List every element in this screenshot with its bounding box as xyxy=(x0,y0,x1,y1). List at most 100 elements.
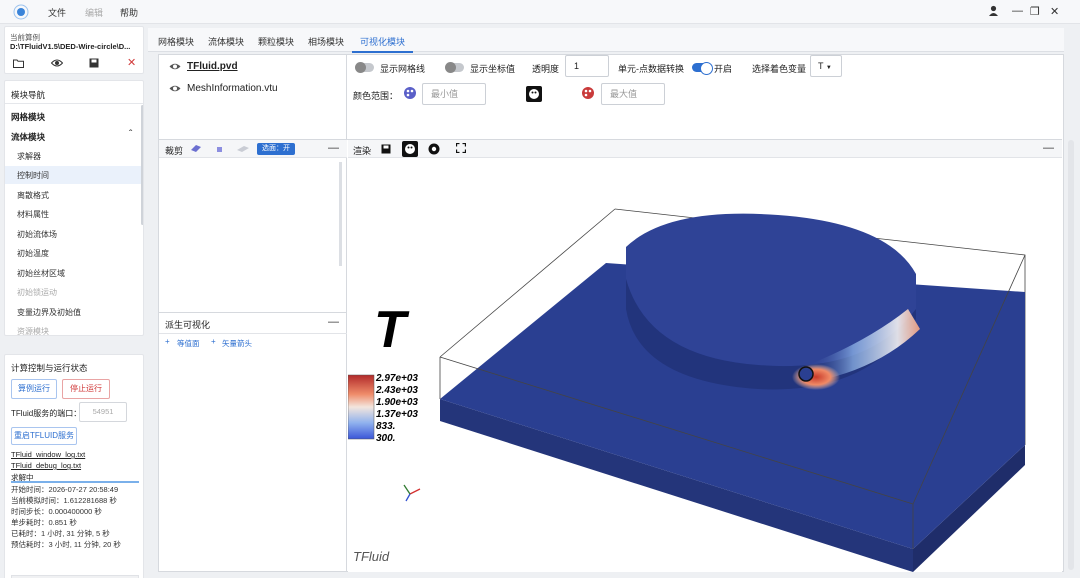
opacity-label: 透明度 xyxy=(532,64,560,74)
left-column: 当前算例 D:\TFluidV1.5\DED-Wire-circle\D... … xyxy=(4,26,144,578)
open-folder-icon[interactable] xyxy=(13,58,24,70)
grid-toggle-label: 显示网格线 xyxy=(380,64,426,74)
tab-visualization[interactable]: 可视化模块 xyxy=(351,35,414,53)
render-collapse-icon[interactable]: — xyxy=(1043,142,1054,154)
tab-particle[interactable]: 颗粒模块 xyxy=(258,35,294,48)
nav-item-control-time[interactable]: 控制时间 xyxy=(17,170,49,181)
cell-point-toggle[interactable] xyxy=(692,62,713,75)
port-label: TFluid服务的端口： xyxy=(11,409,82,418)
clip-title: 裁剪 xyxy=(165,146,184,156)
grid-toggle[interactable] xyxy=(355,62,374,73)
camera-aperture-icon[interactable] xyxy=(428,143,440,157)
minimize-icon[interactable]: — xyxy=(1012,5,1023,17)
palette-min-icon[interactable] xyxy=(403,86,417,102)
tab-phase[interactable]: 相场模块 xyxy=(308,35,344,48)
close-window-icon[interactable]: ✕ xyxy=(1050,5,1059,18)
coords-toggle[interactable] xyxy=(445,62,464,73)
window-log-link[interactable]: TFluid_window_log.txt xyxy=(11,450,85,459)
user-icon[interactable] xyxy=(988,5,999,19)
colorbar-variable-label: T xyxy=(374,301,410,359)
nav-item-initial-flow[interactable]: 初始流体场 xyxy=(17,229,57,240)
save-icon[interactable] xyxy=(89,58,99,70)
menu-edit[interactable]: 编辑 xyxy=(85,6,103,19)
restore-icon[interactable]: ❐ xyxy=(1030,5,1040,18)
file-list-panel: TFluid.pvd MeshInformation.vtu xyxy=(159,55,347,139)
nav-item-solver[interactable]: 求解器 xyxy=(17,151,41,162)
clip-collapse-icon[interactable]: — xyxy=(328,142,339,154)
run-panel: 计算控制与运行状态 算例运行 停止运行 TFluid服务的端口： 54951 重… xyxy=(4,354,144,578)
simulation-render: T 2.97e+03 2.43e+03 1.90e+03 1.37e+03 83… xyxy=(348,208,1026,572)
view-eye-icon[interactable] xyxy=(50,58,64,70)
viz-settings: 显示网格线 显示坐标值 透明度 1 单元-点数据转换 开启 选择着色变量 T ▼… xyxy=(348,55,1062,139)
nav-item-resource[interactable]: 资源模块 xyxy=(17,326,49,335)
stat-estimate: 预估耗时：3 小时, 11 分钟, 20 秒 xyxy=(11,540,121,549)
nozzle-marker-icon xyxy=(798,366,814,382)
clip-plane-icon[interactable] xyxy=(191,144,201,154)
tab-grid[interactable]: 网格模块 xyxy=(158,35,194,48)
colorbar-tick: 1.37e+03 xyxy=(376,409,418,420)
title-bar: 文件 编辑 帮助 — ❐ ✕ xyxy=(0,0,1080,24)
clip-panel: 裁剪 选面：开 — xyxy=(159,140,347,312)
page-scrollbar[interactable] xyxy=(1068,140,1074,570)
add-icon[interactable]: + xyxy=(211,337,216,346)
derived-title: 派生可视化 xyxy=(165,320,211,330)
debug-log-link[interactable]: TFluid_debug_log.txt xyxy=(11,461,81,470)
nav-item-initial-motion[interactable]: 初始锁运动 xyxy=(17,287,57,298)
nav-item-material[interactable]: 材料属性 xyxy=(17,209,49,220)
opacity-input[interactable]: 1 xyxy=(565,55,609,77)
palette-max-icon[interactable] xyxy=(581,86,595,102)
render-title: 渲染 xyxy=(353,146,372,156)
colormap-icon[interactable] xyxy=(402,141,418,159)
fullscreen-icon[interactable] xyxy=(455,142,467,155)
eye-icon[interactable] xyxy=(169,62,181,73)
contour-link[interactable]: 等值面 xyxy=(177,338,200,349)
menu-help[interactable]: 帮助 xyxy=(120,6,138,19)
save-image-icon[interactable] xyxy=(381,144,391,156)
nav-item-initial-wire[interactable]: 初始丝材区域 xyxy=(17,268,65,279)
file-tfluid-pvd[interactable]: TFluid.pvd xyxy=(187,61,238,72)
port-input[interactable]: 54951 xyxy=(79,402,127,422)
colorbar-tick: 1.90e+03 xyxy=(376,397,418,408)
vector-link[interactable]: 矢量箭头 xyxy=(222,338,252,349)
restart-service-button[interactable]: 重启TFLUID服务 xyxy=(11,427,77,445)
run-case-button[interactable]: 算例运行 xyxy=(11,379,57,399)
derived-panel: 派生可视化 — + 等值面 + 矢量箭头 xyxy=(159,312,347,572)
nav-item-boundary[interactable]: 变量边界及初始值 xyxy=(17,307,81,318)
min-value-input[interactable]: 最小值 xyxy=(422,83,486,105)
clip-box-icon[interactable] xyxy=(216,145,224,155)
clip-scrollbar[interactable] xyxy=(339,162,342,266)
color-bar xyxy=(348,374,375,440)
module-nav-panel: 模块导航 网格模块 流体模块 ˆ 求解器 控制时间 离散格式 材料属性 初始流体… xyxy=(4,80,144,336)
tab-flow[interactable]: 流体模块 xyxy=(208,35,244,48)
nav-grid-module[interactable]: 网格模块 xyxy=(11,111,45,123)
colorbar-tick: 300. xyxy=(376,433,395,444)
max-value-input[interactable]: 最大值 xyxy=(601,83,665,105)
run-title: 计算控制与运行状态 xyxy=(11,363,88,373)
derived-collapse-icon[interactable]: — xyxy=(328,316,339,328)
nav-title: 模块导航 xyxy=(11,90,46,100)
file-mesh-vtu[interactable]: MeshInformation.vtu xyxy=(187,83,278,94)
render-viewport[interactable]: T 2.97e+03 2.43e+03 1.90e+03 1.37e+03 83… xyxy=(348,159,1062,572)
nav-item-initial-temp[interactable]: 初始温度 xyxy=(17,248,49,259)
axes-triad-icon xyxy=(403,484,421,502)
colorbar-tick: 2.97e+03 xyxy=(375,373,418,384)
stop-run-button[interactable]: 停止运行 xyxy=(62,379,110,399)
add-icon[interactable]: + xyxy=(165,337,170,346)
nav-item-discretization[interactable]: 离散格式 xyxy=(17,190,49,201)
stat-elapsed: 已耗时：1 小时, 31 分钟, 5 秒 xyxy=(11,529,110,538)
app-logo-icon xyxy=(12,4,30,20)
cell-point-label: 单元-点数据转换 xyxy=(618,64,684,74)
caret-down-icon: ▼ xyxy=(825,65,832,71)
palette-default-icon[interactable] xyxy=(526,86,542,104)
color-var-select[interactable]: T ▼ xyxy=(810,55,842,77)
eye-icon[interactable] xyxy=(169,84,181,95)
nav-flow-module[interactable]: 流体模块 xyxy=(11,131,45,143)
select-surface-tag[interactable]: 选面：开 xyxy=(257,143,295,155)
clip-slice-icon[interactable] xyxy=(237,145,249,155)
chevron-up-icon[interactable]: ˆ xyxy=(129,129,132,140)
stat-sim-time: 当前模拟时间：1.612281688 秒 xyxy=(11,496,117,505)
close-case-icon[interactable]: ✕ xyxy=(127,56,136,69)
menu-file[interactable]: 文件 xyxy=(48,6,66,19)
nav-scrollbar[interactable] xyxy=(141,105,143,225)
case-path: D:\TFluidV1.5\DED-Wire-circle\D... xyxy=(10,42,131,51)
